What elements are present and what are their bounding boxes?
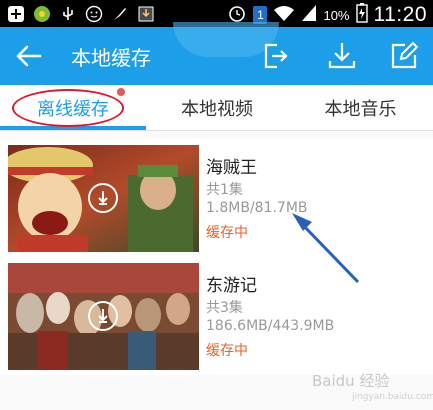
watermark-sub: jingyan.baidu.com — [352, 392, 433, 402]
annotation-arrow — [292, 213, 360, 284]
watermark: Baidu 经验 — [312, 372, 390, 390]
